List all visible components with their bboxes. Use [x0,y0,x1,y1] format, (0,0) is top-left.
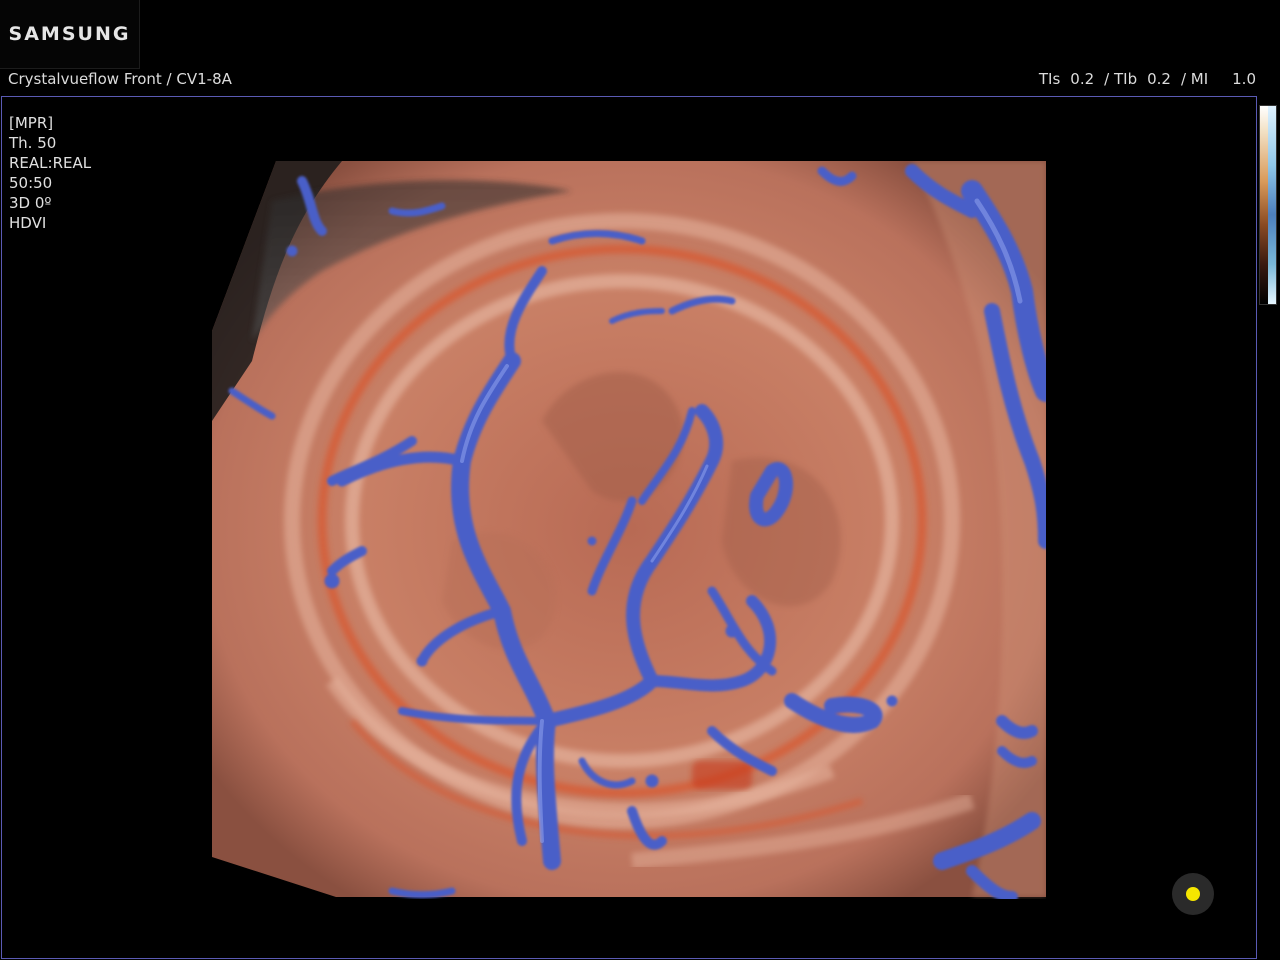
param-render-mode: REAL:REAL [9,154,92,172]
ultrasound-screen: SAMSUNG Crystalvueflow Front / CV1-8A TI… [0,0,1280,960]
mi-label: / MI [1180,70,1209,88]
param-mix-ratio: 50:50 [9,174,53,192]
pointer-dot-icon[interactable] [1172,873,1214,915]
brand-logo: SAMSUNG [0,0,140,69]
safety-indices: TIs 0.2 / TIb 0.2 / MI 1.0 [1039,70,1256,88]
brand-logo-text: SAMSUNG [8,23,131,45]
param-mpr: [MPR] [9,114,54,132]
tib-value: 0.2 [1147,70,1171,88]
color-map-bar [1259,105,1277,305]
render-parameters: [MPR] Th. 50 REAL:REAL 50:50 3D 0º HDVI [9,113,91,233]
param-thickness: Th. 50 [9,134,57,152]
rendered-volume-image [212,161,1046,899]
tis-value: 0.2 [1070,70,1095,88]
mode-probe-label: Crystalvueflow Front / CV1-8A [8,70,232,88]
pointer-dot-fill [1186,887,1200,901]
param-3d-angle: 3D 0º [9,194,52,212]
tis-label: TIs [1038,70,1061,88]
flow-color-scale [1268,106,1276,304]
tib-label: / TIb [1104,70,1138,88]
tissue-color-scale [1260,106,1268,304]
param-hdvi: HDVI [9,214,47,232]
image-viewport[interactable]: [MPR] Th. 50 REAL:REAL 50:50 3D 0º HDVI [1,96,1257,959]
mi-value: 1.0 [1232,70,1256,88]
